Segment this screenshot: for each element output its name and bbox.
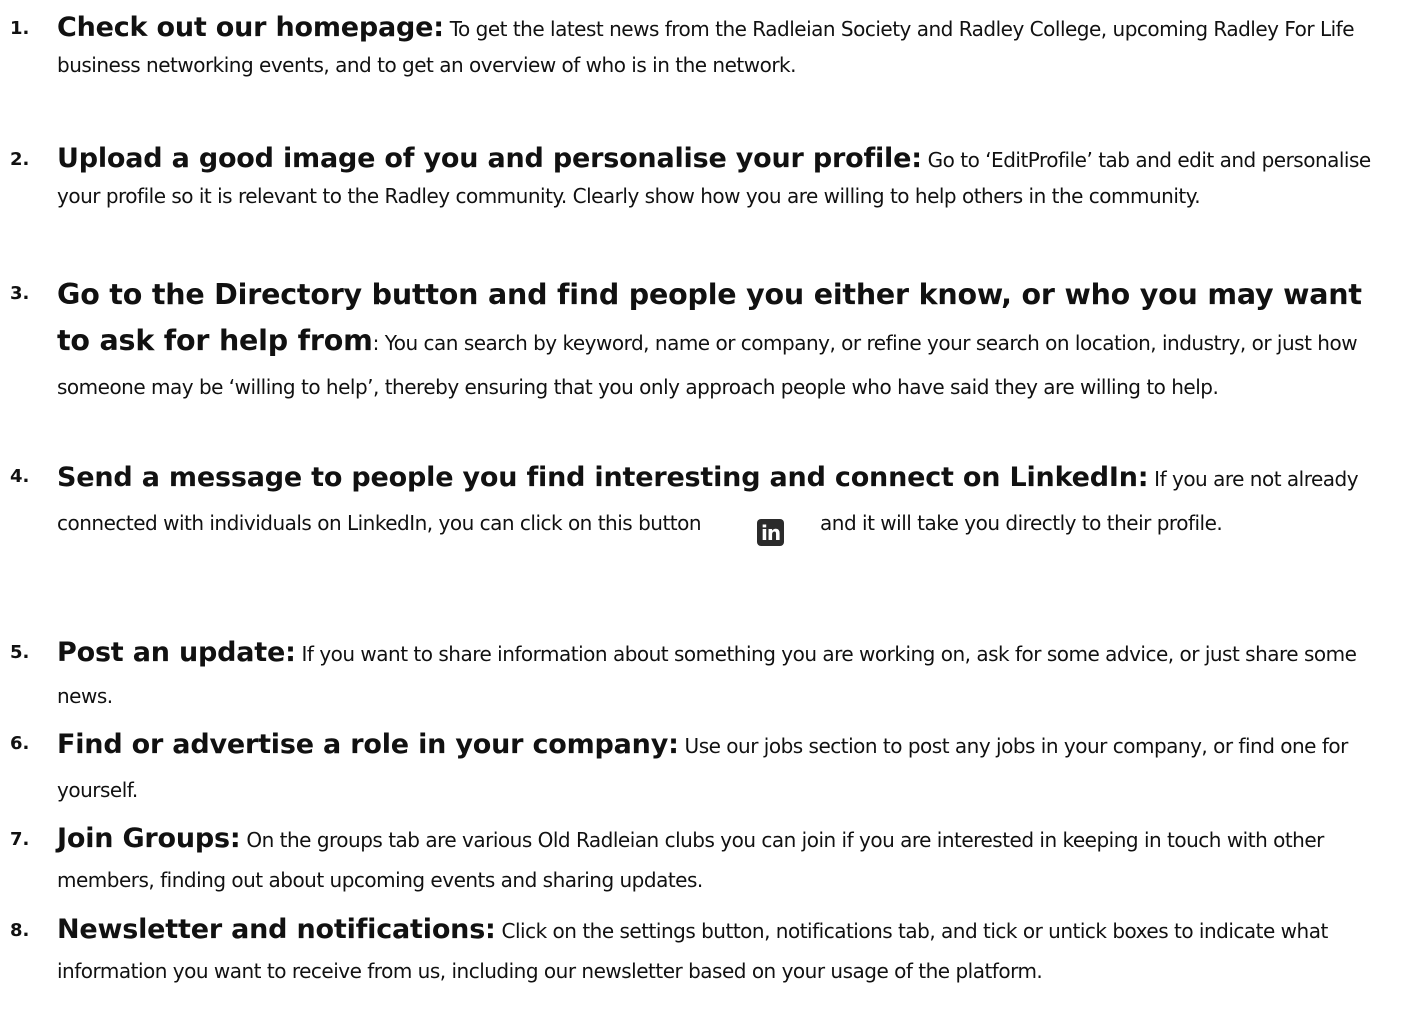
item-number: 8. bbox=[10, 920, 30, 941]
item-body: Upload a good image of you and personali… bbox=[57, 141, 1392, 214]
item-number: 4. bbox=[10, 466, 30, 487]
item-heading: Newsletter and notifications: bbox=[57, 914, 496, 945]
item-number: 5. bbox=[10, 642, 30, 663]
item-number: 3. bbox=[10, 283, 30, 304]
item-number: 7. bbox=[10, 829, 30, 850]
item-number: 6. bbox=[10, 733, 30, 754]
item-heading: Upload a good image of you and personali… bbox=[57, 143, 922, 174]
item-body: Newsletter and notifications: Click on t… bbox=[57, 910, 1392, 991]
item-body: Join Groups: On the groups tab are vario… bbox=[57, 819, 1392, 900]
item-body: Find or advertise a role in your company… bbox=[57, 723, 1392, 812]
item-body: Send a message to people you find intere… bbox=[57, 456, 1392, 546]
item-heading: Send a message to people you find intere… bbox=[57, 462, 1149, 493]
item-body: Go to the Directory button and find peop… bbox=[57, 273, 1392, 409]
linkedin-icon[interactable]: in bbox=[757, 519, 785, 546]
item-body: Post an update: If you want to share inf… bbox=[57, 632, 1392, 717]
item-heading: Post an update: bbox=[57, 637, 296, 668]
item-heading: Check out our homepage: bbox=[57, 12, 444, 43]
item-heading: Join Groups: bbox=[57, 823, 241, 854]
item-text: On the groups tab are various Old Radlei… bbox=[57, 828, 1324, 892]
item-heading: Find or advertise a role in your company… bbox=[57, 729, 679, 760]
item-number: 2. bbox=[10, 149, 30, 170]
item-body: Check out our homepage: To get the lates… bbox=[57, 10, 1392, 83]
item-number: 1. bbox=[10, 18, 30, 39]
item-text-after-icon: and it will take you directly to their p… bbox=[820, 511, 1223, 535]
